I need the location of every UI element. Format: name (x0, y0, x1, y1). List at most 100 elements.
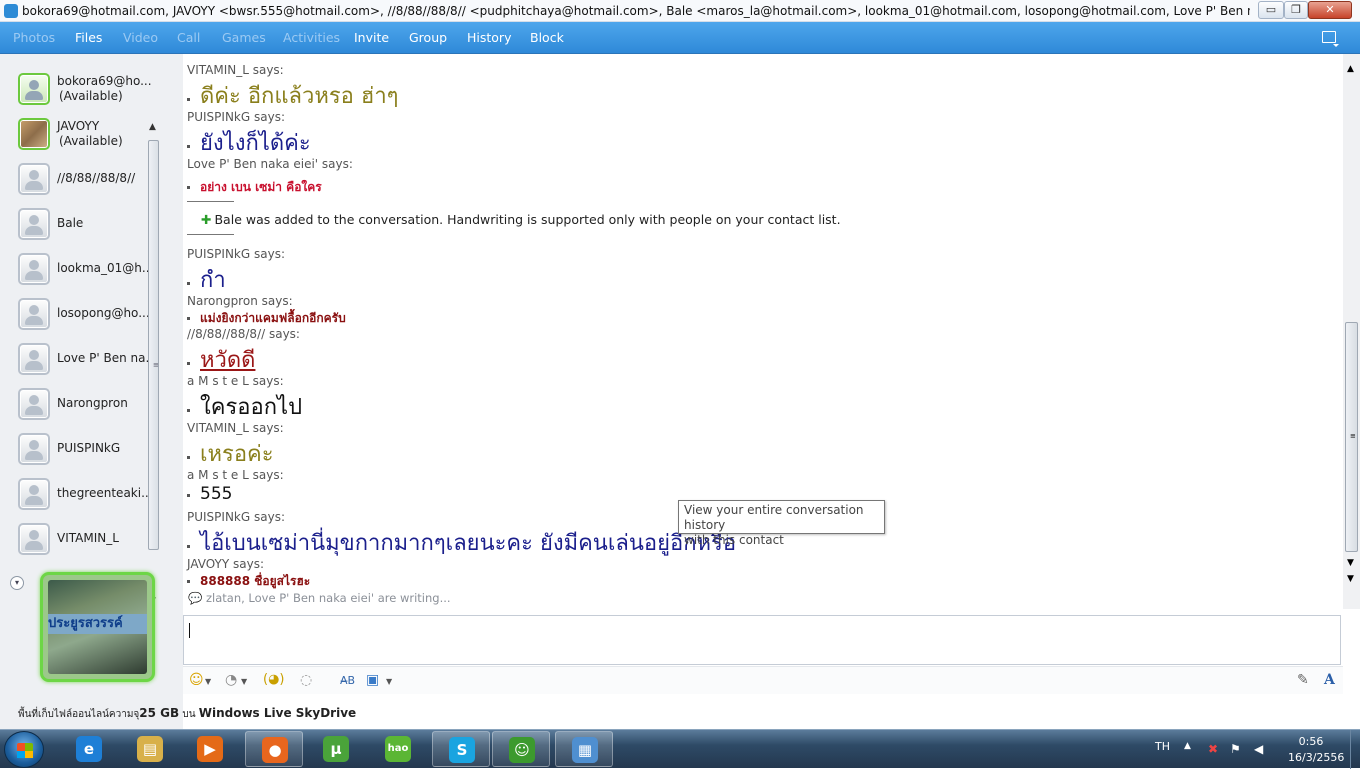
language-indicator[interactable]: TH (1155, 740, 1170, 753)
expand-arrow[interactable]: ▼ (1347, 574, 1354, 584)
menu-call[interactable]: Call (177, 30, 200, 45)
contact-item[interactable]: Bale (18, 207, 156, 243)
nudge-icon[interactable]: (◕) (263, 672, 285, 687)
menu-files[interactable]: Files (75, 30, 102, 45)
utorrent-icon: µ (323, 736, 349, 762)
volume-icon[interactable]: ◀ (1254, 742, 1263, 756)
speech-bubble-icon: 💬 (188, 591, 203, 605)
contact-label: Bale (57, 216, 83, 231)
message-text: กำ (200, 268, 226, 293)
start-button[interactable] (4, 731, 44, 768)
avatar (18, 208, 50, 240)
typing-indicator-text: zlatan, Love P' Ben naka eiei' are writi… (205, 591, 451, 605)
bullet-icon (187, 186, 190, 189)
chevron-down-icon[interactable]: ▼ (386, 677, 392, 686)
taskbar-installer[interactable]: ▦ (555, 731, 613, 767)
contact-item[interactable]: Narongpron (18, 387, 156, 423)
menu-group[interactable]: Group (409, 30, 447, 45)
menu-video[interactable]: Video (123, 30, 158, 45)
taskbar-windows-explorer[interactable]: ▤ (121, 731, 179, 767)
scroll-thumb[interactable]: ≡ (1345, 322, 1358, 552)
contact-item[interactable]: JAVOYY (Available) (18, 117, 156, 153)
taskbar-firefox[interactable]: ● (245, 731, 303, 767)
minimize-button[interactable]: ▭ (1258, 1, 1284, 19)
person-icon (25, 350, 43, 370)
network-error-icon[interactable]: ✖ (1208, 742, 1218, 756)
show-desktop-button[interactable] (1350, 730, 1360, 769)
taskbar-hao123[interactable]: hao (369, 731, 427, 767)
bullet-icon (187, 580, 190, 583)
taskbar-skype[interactable]: S (432, 731, 490, 767)
bullet-icon (187, 145, 190, 148)
menu-games[interactable]: Games (222, 30, 266, 45)
maximize-button[interactable]: ❐ (1284, 1, 1308, 19)
message-line: หวัดดี (187, 342, 255, 377)
menu-block[interactable]: Block (530, 30, 564, 45)
contact-item[interactable]: Love P' Ben na... (18, 342, 157, 378)
message-sender: PUISPINkG says: (187, 110, 285, 124)
bullet-icon (187, 456, 190, 459)
contact-item[interactable]: PUISPINkG (18, 432, 156, 468)
bullet-icon (187, 545, 190, 548)
chevron-down-icon[interactable]: ▼ (241, 677, 247, 686)
menu-history[interactable]: History (467, 30, 511, 45)
my-display-picture[interactable]: ประยูรสวรรค์ (40, 572, 155, 682)
message-text: แม่งยิงกว่าแคมฟลื้อกอีกครับ (200, 311, 346, 325)
close-button[interactable]: ✕ (1308, 1, 1352, 19)
promo-service[interactable]: Windows Live SkyDrive (199, 706, 356, 720)
background-icon[interactable]: ▣ (366, 672, 379, 688)
contact-item[interactable]: //8/88//88/8// (18, 162, 156, 198)
voice-clip-icon[interactable]: ◌ (300, 672, 312, 688)
person-icon (25, 485, 43, 505)
action-center-icon[interactable]: ⚑ (1230, 742, 1241, 756)
clock-date: 16/3/2556 (1288, 751, 1345, 764)
text-mode-icon[interactable]: A (1324, 672, 1335, 688)
contact-item[interactable]: losopong@ho... (18, 297, 156, 333)
scroll-up-arrow[interactable]: ▲ (1347, 64, 1354, 74)
contact-name: losopong@ho... (57, 306, 150, 320)
scroll-down-arrow[interactable]: ▼ (1347, 558, 1354, 568)
contact-item[interactable]: VITAMIN_L (18, 522, 156, 558)
clock[interactable]: 0:56 16/3/2556 (1288, 734, 1345, 766)
hao123-icon: hao (385, 736, 411, 762)
scroll-up-arrow[interactable]: ▲ (149, 122, 156, 132)
message-text: ยังไงก็ได้ค่ะ (200, 131, 311, 156)
message-sender: a M s t e L says: (187, 468, 284, 482)
conversation-scrollbar[interactable]: ▲ ≡ ▼ ▼ (1343, 54, 1360, 609)
show-hidden-icons[interactable]: ▲ (1184, 741, 1191, 751)
taskbar-internet-explorer[interactable]: e (60, 731, 118, 767)
chevron-down-icon[interactable]: ▼ (205, 677, 211, 686)
contact-item[interactable]: thegreenteaki... (18, 477, 156, 513)
menu-activities[interactable]: Activities (283, 30, 340, 45)
firefox-icon: ● (262, 737, 288, 763)
contact-label: Narongpron (57, 396, 128, 411)
message-input[interactable] (183, 615, 1341, 665)
window-title: bokora69@hotmail.com, JAVOYY <bwsr.555@h… (22, 4, 1250, 18)
contact-status: (Available) (59, 89, 123, 103)
contact-item[interactable]: bokora69@ho... (Available) (18, 72, 156, 108)
promo-prefix: พื้นที่เก็บไฟล์ออนไลน์ความจุ (18, 709, 140, 720)
person-icon (25, 440, 43, 460)
person-icon (25, 305, 43, 325)
layout-menu-icon[interactable] (1322, 31, 1339, 47)
contact-name: Bale (57, 216, 84, 230)
menu-photos[interactable]: Photos (13, 30, 55, 45)
handwriting-icon[interactable]: ✎ (1297, 672, 1309, 688)
taskbar-messenger[interactable]: ☺ (492, 731, 550, 767)
installer-icon: ▦ (572, 737, 598, 763)
taskbar-media-player[interactable]: ▶ (181, 731, 239, 767)
collapse-photo-button[interactable]: ▾ (10, 576, 24, 590)
taskbar-utorrent[interactable]: µ (307, 731, 365, 767)
menu-invite[interactable]: Invite (354, 30, 389, 45)
emoticon-icon[interactable]: ☺ (189, 672, 204, 688)
contact-label: bokora69@ho... (Available) (57, 74, 152, 104)
wink-icon[interactable]: ◔ (225, 672, 237, 688)
font-icon[interactable]: A̶B (340, 674, 355, 687)
contact-item[interactable]: lookma_01@h... (18, 252, 156, 288)
scroll-thumb[interactable]: ≡ (148, 140, 159, 550)
sidebar-scrollbar[interactable]: ▲ ≡ ▼ (146, 118, 161, 608)
person-added-icon: ✚ (201, 212, 212, 227)
skydrive-promo[interactable]: พื้นที่เก็บไฟล์ออนไลน์ความจุ25 GB บน Win… (18, 706, 356, 722)
avatar (18, 73, 50, 105)
contact-label: Love P' Ben na... (57, 351, 157, 366)
